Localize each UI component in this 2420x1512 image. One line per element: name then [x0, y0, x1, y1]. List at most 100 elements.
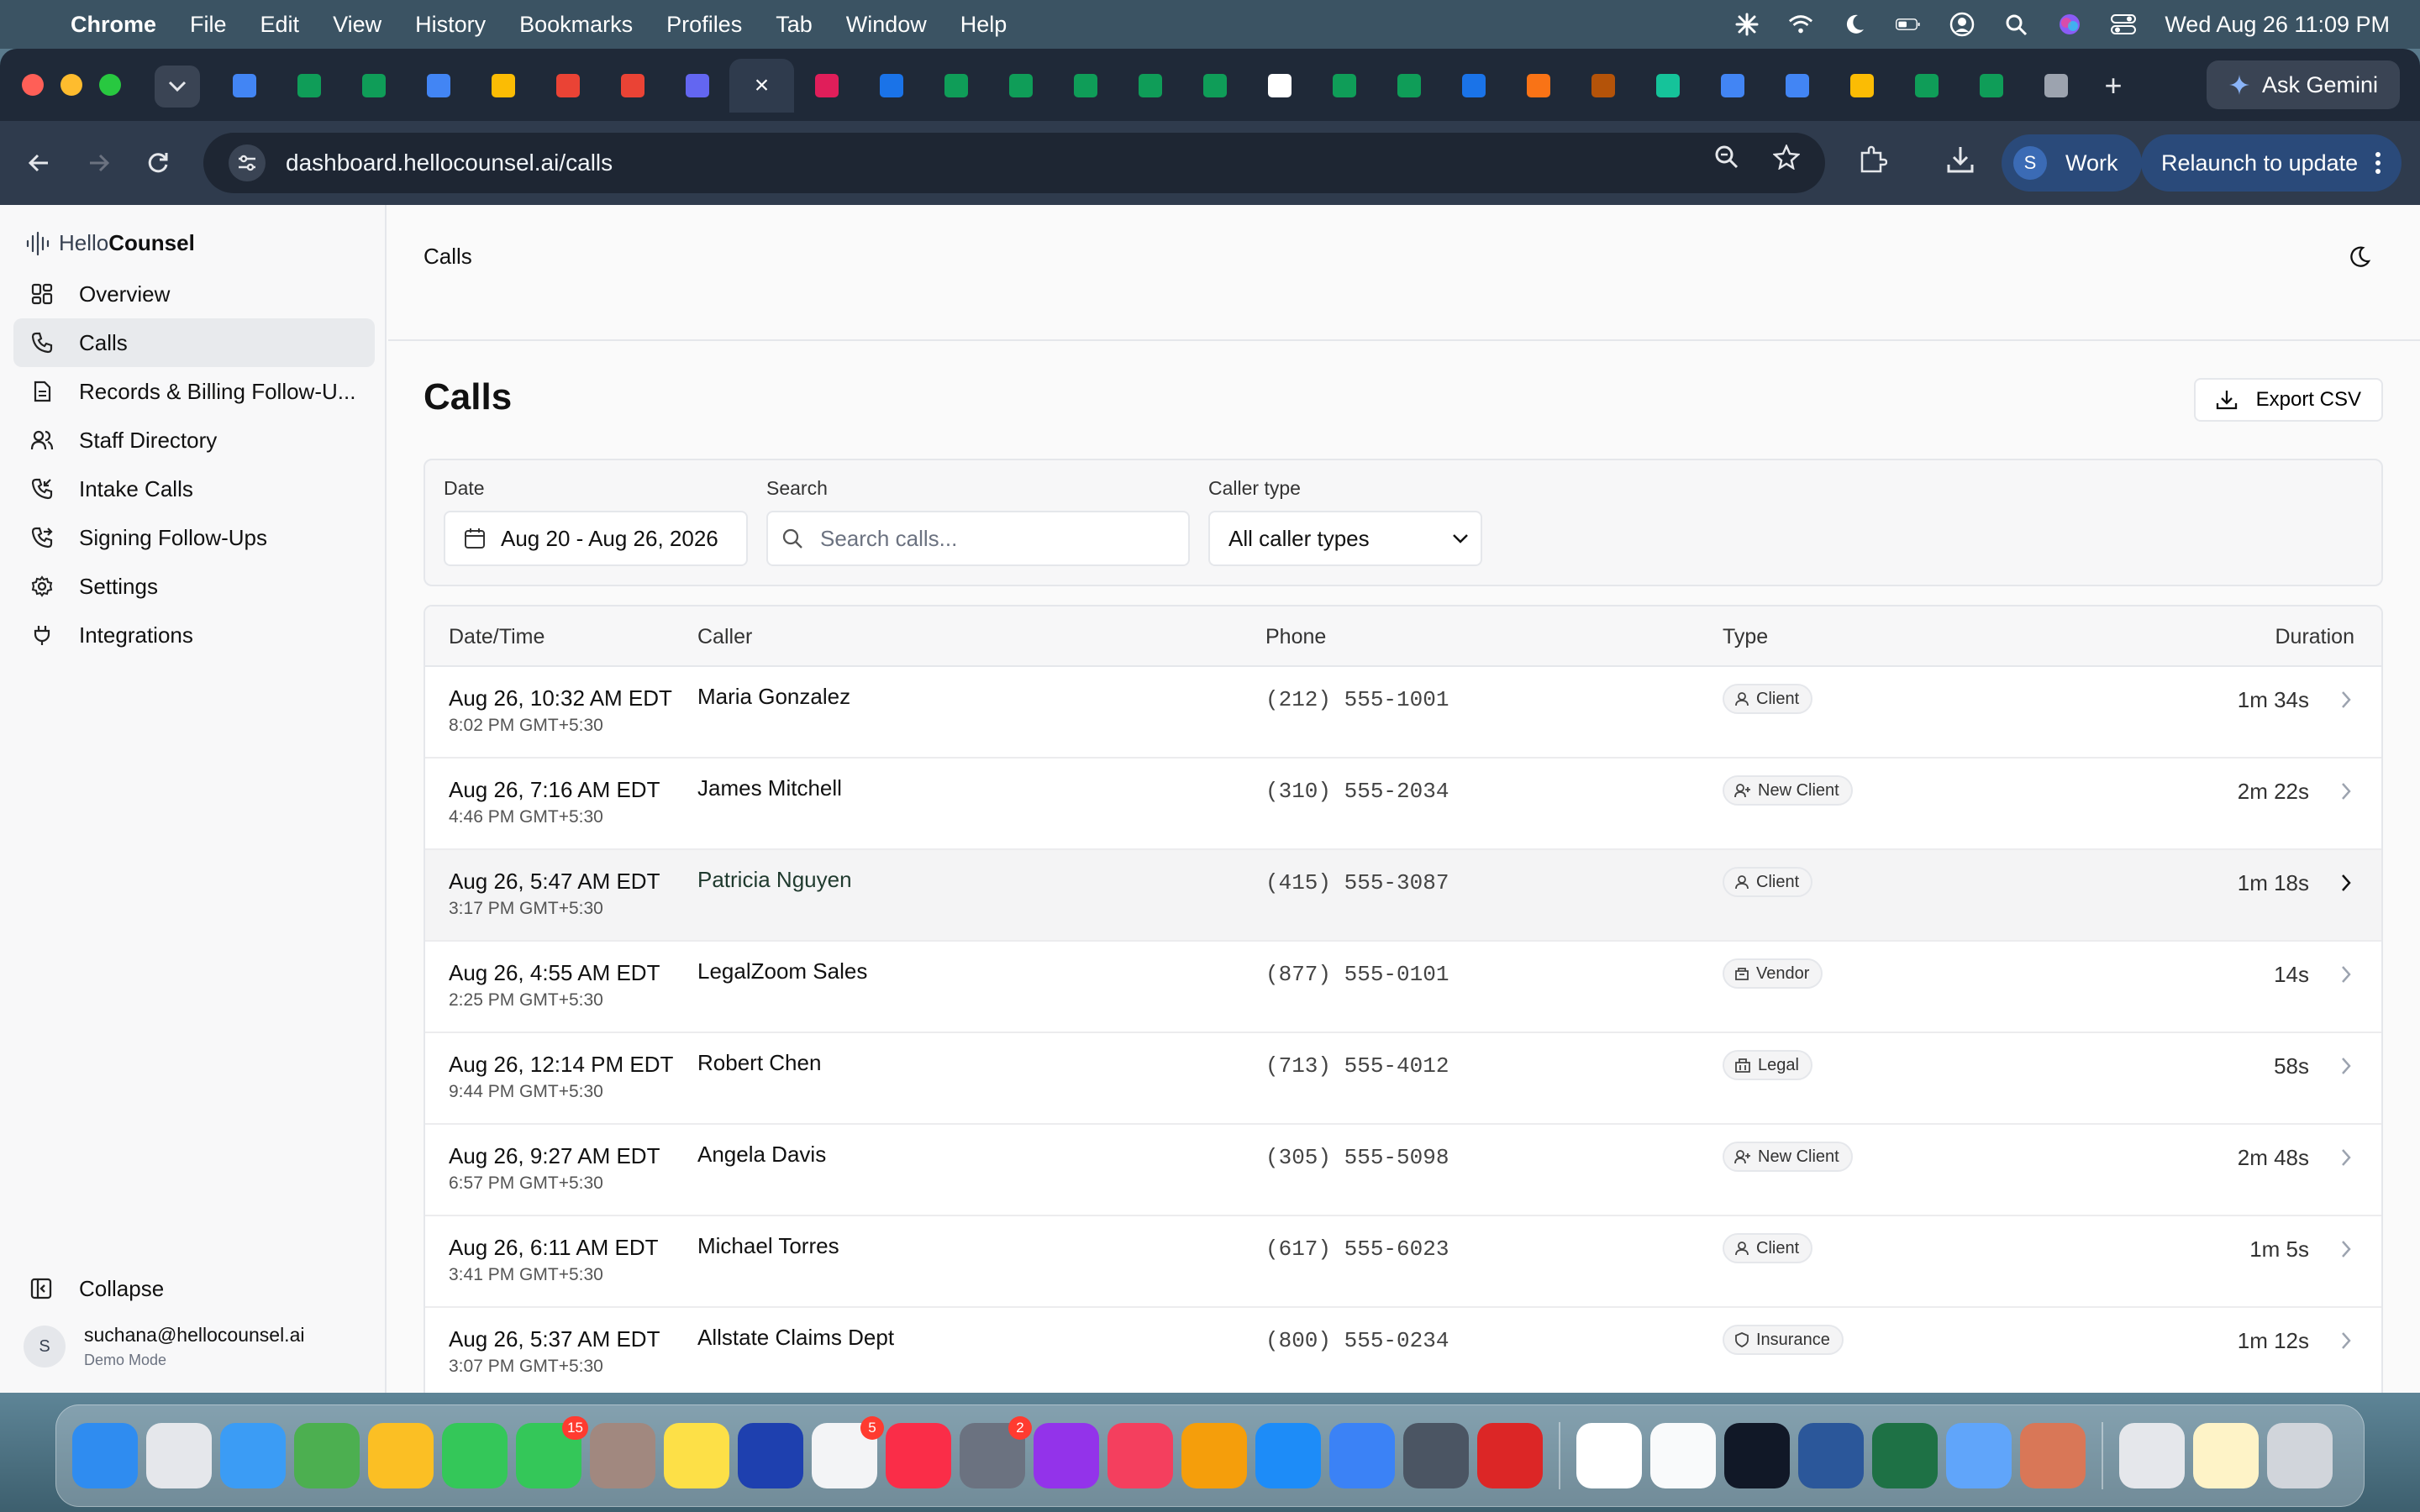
- browser-tab[interactable]: [535, 59, 600, 113]
- simulator-icon[interactable]: [1329, 1423, 1395, 1488]
- column-header-caller[interactable]: Caller: [697, 625, 752, 649]
- battery-icon[interactable]: [1896, 12, 1921, 37]
- browser-tab[interactable]: [1312, 59, 1376, 113]
- column-header-datetime[interactable]: Date/Time: [449, 625, 544, 649]
- menu-help[interactable]: Help: [960, 12, 1007, 38]
- forward-button[interactable]: [79, 143, 119, 183]
- export-csv-button[interactable]: Export CSV: [2193, 378, 2383, 422]
- browser-tab[interactable]: [1765, 59, 1829, 113]
- mail-icon[interactable]: [220, 1423, 286, 1488]
- table-row[interactable]: Aug 26, 4:55 AM EDT 2:25 PM GMT+5:30 Legal…: [425, 942, 2381, 1033]
- chevron-right-icon[interactable]: [2334, 687, 2358, 712]
- table-row[interactable]: Aug 26, 6:11 AM EDT 3:41 PM GMT+5:30 Micha…: [425, 1216, 2381, 1308]
- browser-tab[interactable]: [1635, 59, 1700, 113]
- documents-stack-icon[interactable]: [2193, 1423, 2259, 1488]
- control-center-icon[interactable]: [2111, 12, 2137, 37]
- table-row[interactable]: Aug 26, 5:37 AM EDT 3:07 PM GMT+5:30 Allst…: [425, 1308, 2381, 1393]
- zoom-icon[interactable]: [1714, 144, 1739, 174]
- browser-tab[interactable]: [471, 59, 535, 113]
- browser-tab[interactable]: [859, 59, 923, 113]
- browser-tab[interactable]: [1506, 59, 1570, 113]
- user-account-icon[interactable]: [1949, 12, 1975, 37]
- menu-tab[interactable]: Tab: [776, 12, 813, 38]
- chevron-right-icon[interactable]: [2334, 962, 2358, 987]
- table-row[interactable]: Aug 26, 12:14 PM EDT 9:44 PM GMT+5:30 Robe…: [425, 1033, 2381, 1125]
- table-row[interactable]: Aug 26, 10:32 AM EDT 8:02 PM GMT+5:30 Mari…: [425, 667, 2381, 759]
- menu-edit[interactable]: Edit: [260, 12, 300, 38]
- column-header-type[interactable]: Type: [1723, 625, 1768, 649]
- menu-clock[interactable]: Wed Aug 26 11:09 PM: [2165, 12, 2390, 38]
- contacts-icon[interactable]: [590, 1423, 655, 1488]
- freeform-icon[interactable]: [738, 1423, 803, 1488]
- claude-icon[interactable]: [2020, 1423, 2086, 1488]
- column-header-duration[interactable]: Duration: [2275, 625, 2355, 649]
- facetime-icon[interactable]: [442, 1423, 508, 1488]
- reminders-icon[interactable]: 5: [812, 1416, 884, 1488]
- help-icon[interactable]: [1403, 1423, 1469, 1488]
- browser-tab[interactable]: [1118, 59, 1182, 113]
- focus-moon-icon[interactable]: [1842, 12, 1867, 37]
- browser-tab[interactable]: [1053, 59, 1118, 113]
- browser-tab[interactable]: [1829, 59, 1894, 113]
- menu-app-name[interactable]: Chrome: [71, 12, 156, 38]
- photos-icon[interactable]: [368, 1423, 434, 1488]
- browser-tab[interactable]: [923, 59, 988, 113]
- new-tab-button[interactable]: +: [2088, 59, 2139, 113]
- sidebar-item-overview[interactable]: Overview: [13, 270, 375, 318]
- browser-tab[interactable]: [1570, 59, 1635, 113]
- word-icon[interactable]: [1798, 1423, 1864, 1488]
- back-button[interactable]: [18, 143, 59, 183]
- relaunch-to-update-button[interactable]: Relaunch to update: [2141, 134, 2402, 192]
- extensions-icon[interactable]: [1857, 144, 1887, 175]
- date-range-picker[interactable]: Aug 20 - Aug 26, 2026: [444, 511, 748, 566]
- downloads-stack-icon[interactable]: [2119, 1423, 2185, 1488]
- music-icon[interactable]: [886, 1423, 951, 1488]
- news-icon[interactable]: [1107, 1423, 1173, 1488]
- claude-status-icon[interactable]: [1734, 12, 1760, 37]
- table-row[interactable]: Aug 26, 7:16 AM EDT 4:46 PM GMT+5:30 James…: [425, 759, 2381, 850]
- pages-icon[interactable]: [1181, 1423, 1247, 1488]
- sidebar-item-records[interactable]: Records & Billing Follow-U...: [13, 367, 375, 416]
- window-minimize-button[interactable]: [60, 74, 82, 96]
- sidebar-item-integrations[interactable]: Integrations: [13, 611, 375, 659]
- parallels-icon[interactable]: [1477, 1423, 1543, 1488]
- brand-logo[interactable]: HelloCounsel: [25, 230, 195, 256]
- sidebar-item-intake[interactable]: Intake Calls: [13, 465, 375, 513]
- browser-tab[interactable]: [1441, 59, 1506, 113]
- theme-toggle-button[interactable]: [2341, 239, 2378, 276]
- window-close-button[interactable]: [22, 74, 44, 96]
- browser-tab[interactable]: [988, 59, 1053, 113]
- close-icon[interactable]: ×: [755, 71, 770, 100]
- browser-tab[interactable]: [341, 59, 406, 113]
- collapse-sidebar-button[interactable]: Collapse: [13, 1265, 375, 1312]
- messages-icon[interactable]: 15: [516, 1416, 588, 1488]
- browser-tab[interactable]: [1376, 59, 1441, 113]
- search-field[interactable]: [766, 511, 1190, 566]
- menu-view[interactable]: View: [333, 12, 381, 38]
- chrome-icon[interactable]: [1576, 1423, 1642, 1488]
- caller-type-select[interactable]: All caller types: [1208, 511, 1482, 566]
- browser-tab[interactable]: [276, 59, 341, 113]
- textedit-icon[interactable]: [1650, 1423, 1716, 1488]
- bookmark-star-icon[interactable]: [1772, 143, 1801, 174]
- podcasts-icon[interactable]: [1034, 1423, 1099, 1488]
- browser-tab[interactable]: [2023, 59, 2088, 113]
- user-account[interactable]: S suchana@hellocounsel.ai Demo Mode: [24, 1324, 304, 1369]
- browser-tab[interactable]: [1247, 59, 1312, 113]
- menu-window[interactable]: Window: [846, 12, 927, 38]
- chevron-right-icon[interactable]: [2334, 1328, 2358, 1353]
- menu-file[interactable]: File: [190, 12, 227, 38]
- table-row[interactable]: Aug 26, 9:27 AM EDT 6:57 PM GMT+5:30 Angel…: [425, 1125, 2381, 1216]
- browser-tab[interactable]: [794, 59, 859, 113]
- app-store-icon[interactable]: [1255, 1423, 1321, 1488]
- ask-gemini-button[interactable]: Ask Gemini: [2206, 60, 2400, 109]
- sidebar-item-calls[interactable]: Calls: [13, 318, 375, 367]
- browser-tab[interactable]: [1959, 59, 2023, 113]
- profile-button[interactable]: S Work: [2002, 134, 2142, 192]
- menu-bookmarks[interactable]: Bookmarks: [519, 12, 633, 38]
- chevron-right-icon[interactable]: [2334, 1053, 2358, 1079]
- trash-icon[interactable]: [2267, 1423, 2333, 1488]
- browser-tab[interactable]: [1182, 59, 1247, 113]
- sequel-icon[interactable]: [1946, 1423, 2012, 1488]
- chevron-right-icon[interactable]: [2334, 1145, 2358, 1170]
